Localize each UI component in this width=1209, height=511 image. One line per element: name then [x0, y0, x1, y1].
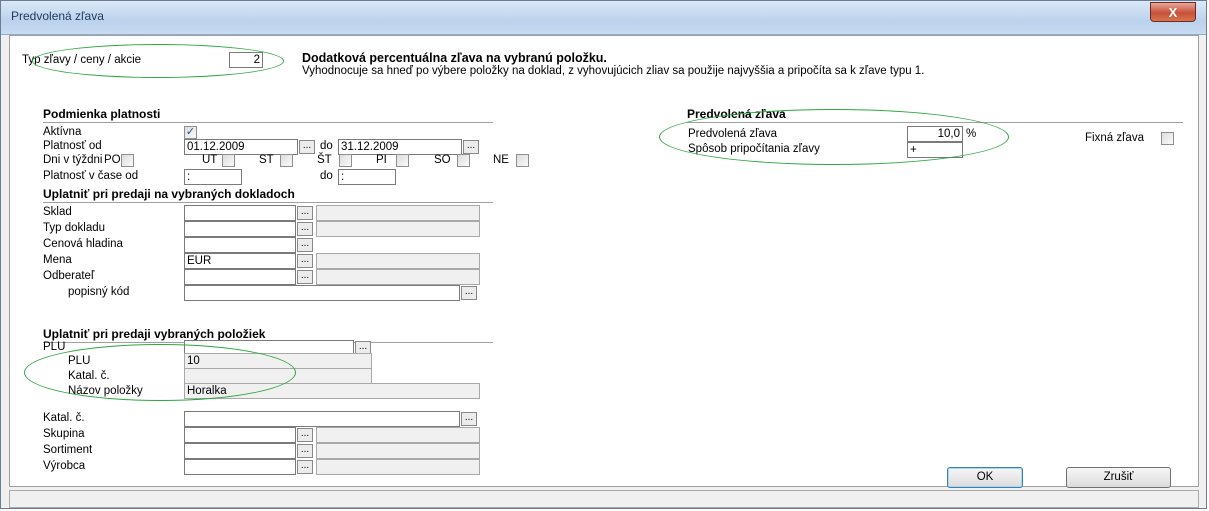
mena-input[interactable]: EUR	[184, 253, 296, 269]
cenova-hladina-picker-button[interactable]: ...	[297, 238, 313, 252]
katal-picker-button[interactable]: ...	[461, 412, 477, 426]
day-checkbox-st[interactable]	[280, 154, 293, 167]
fixna-zlava-checkbox[interactable]	[1161, 132, 1174, 145]
popisny-kod-picker-button[interactable]: ...	[461, 286, 477, 300]
skupina-picker-button[interactable]: ...	[297, 428, 313, 442]
cenova-hladina-input[interactable]	[184, 237, 296, 253]
sortiment-input[interactable]	[184, 443, 296, 459]
day-label-so: SO	[434, 154, 451, 166]
aktivna-checkbox[interactable]: ✓	[184, 126, 197, 139]
day-checkbox-ne[interactable]	[516, 154, 529, 167]
cas-do-label: do	[320, 170, 333, 182]
sklad-name-readonly	[316, 205, 480, 221]
plu-label: PLU	[43, 341, 66, 353]
mena-name-readonly	[316, 253, 480, 269]
aktivna-label: Aktívna	[43, 126, 82, 138]
sklad-picker-button[interactable]: ...	[297, 206, 313, 220]
highlight-ellipse-polozka	[24, 344, 296, 401]
skupina-name-readonly	[316, 427, 480, 443]
dialog-window: Predvolená zľava X Typ zľavy / ceny / ak…	[0, 0, 1207, 509]
highlight-ellipse-typ	[32, 44, 284, 78]
odberatel-picker-button[interactable]: ...	[297, 270, 313, 284]
day-label-po: PO	[104, 154, 121, 166]
mena-picker-button[interactable]: ...	[297, 254, 313, 268]
podmienka-heading: Podmienka platnosti	[43, 107, 161, 121]
sklad-label: Sklad	[43, 206, 72, 218]
day-label-ut: UT	[202, 154, 218, 166]
title-bar[interactable]: Predvolená zľava X	[1, 1, 1206, 35]
highlight-ellipse-predvolena	[659, 109, 1009, 165]
doklady-heading: Uplatniť pri predaji na vybraných doklad…	[43, 187, 295, 201]
day-checkbox-po[interactable]	[121, 154, 134, 167]
day-checkbox-so[interactable]	[457, 154, 470, 167]
podmienka-divider	[43, 122, 493, 123]
vyrobca-name-readonly	[316, 459, 480, 475]
window-title: Predvolená zľava	[11, 9, 104, 23]
sortiment-name-readonly	[316, 443, 480, 459]
day-checkbox-pi[interactable]	[396, 154, 409, 167]
vyrobca-picker-button[interactable]: ...	[297, 460, 313, 474]
vyrobca-input[interactable]	[184, 459, 296, 475]
platnost-do-input[interactable]: 31.12.2009	[338, 139, 462, 155]
skupina-label: Skupina	[43, 428, 85, 440]
close-button[interactable]: X	[1150, 2, 1196, 22]
cancel-button[interactable]: Zrušiť	[1066, 467, 1171, 488]
typ-dokladu-input[interactable]	[184, 221, 296, 237]
fixna-zlava-label: Fixná zľava	[1085, 132, 1144, 144]
katal-label: Katal. č.	[43, 412, 85, 424]
ok-button[interactable]: OK	[947, 467, 1023, 488]
typ-dokladu-picker-button[interactable]: ...	[297, 222, 313, 236]
dni-v-tyzdni-label: Dni v týždni	[43, 154, 103, 166]
popisny-kod-input[interactable]	[184, 285, 460, 301]
platnost-od-input[interactable]: 01.12.2009	[184, 139, 298, 155]
platnost-do-label: do	[320, 140, 333, 152]
day-checkbox-ut[interactable]	[222, 154, 235, 167]
description-text: Vyhodnocuje sa hneď po výbere položky na…	[302, 65, 925, 77]
day-label-ne: NE	[493, 154, 509, 166]
cas-od-input[interactable]: :	[184, 169, 242, 185]
platnost-od-label: Platnosť od	[43, 140, 102, 152]
status-bar	[9, 490, 1199, 508]
cas-do-input[interactable]: :	[338, 169, 396, 185]
mena-label: Mena	[43, 254, 72, 266]
polozky-heading: Uplatniť pri predaji vybraných položiek	[43, 327, 266, 341]
cas-od-label: Platnosť v čase od	[43, 170, 139, 182]
platnost-od-picker-button[interactable]: ...	[299, 140, 315, 154]
description-title: Dodatková percentuálna zľava na vybranú …	[302, 51, 607, 65]
typ-dokladu-label: Typ dokladu	[43, 222, 106, 234]
day-label-st: ST	[259, 154, 274, 166]
sortiment-label: Sortiment	[43, 444, 93, 456]
cenova-hladina-label: Cenová hladina	[43, 238, 123, 250]
doklady-divider	[43, 202, 493, 203]
skupina-input[interactable]	[184, 427, 296, 443]
platnost-do-picker-button[interactable]: ...	[463, 140, 479, 154]
katal-input[interactable]	[184, 411, 460, 427]
popisny-kod-label: popisný kód	[68, 286, 130, 298]
day-label-stv: ŠT	[317, 154, 332, 166]
sklad-input[interactable]	[184, 205, 296, 221]
typ-dokladu-name-readonly	[316, 221, 480, 237]
odberatel-label: Odberateľ	[43, 270, 95, 282]
sortiment-picker-button[interactable]: ...	[297, 444, 313, 458]
vyrobca-label: Výrobca	[43, 460, 86, 472]
odberatel-name-readonly	[316, 269, 480, 285]
day-label-pi: PI	[376, 154, 387, 166]
day-checkbox-stv[interactable]	[339, 154, 352, 167]
odberatel-input[interactable]	[184, 269, 296, 285]
dialog-content: Typ zľavy / ceny / akcie 2 Dodatková per…	[9, 35, 1199, 488]
